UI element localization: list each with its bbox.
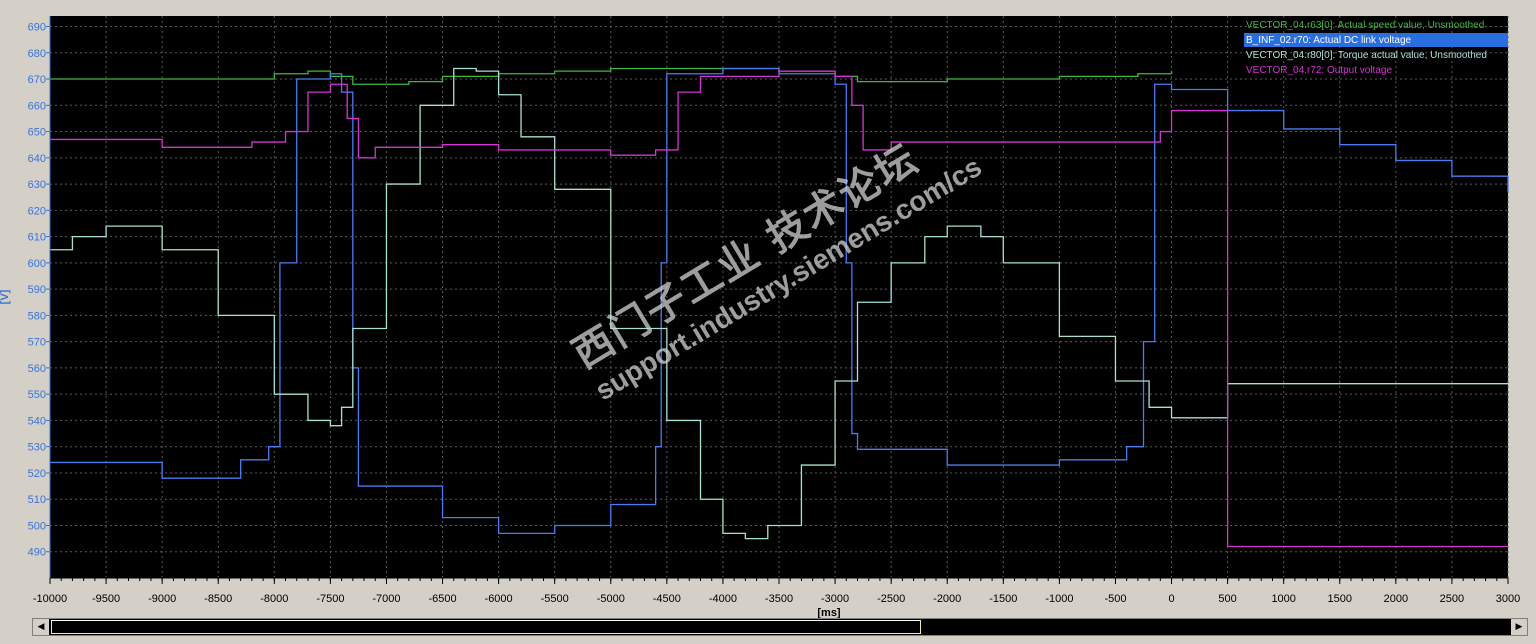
x-tick-label: 2000 (1384, 593, 1408, 605)
y-tick-label: 650 (28, 127, 46, 139)
y-tick-label: 490 (28, 547, 46, 559)
y-tick-label: 690 (28, 22, 46, 34)
x-tick-label: 1000 (1271, 593, 1295, 605)
x-tick-label: -8500 (204, 593, 232, 605)
y-tick-label: 600 (28, 258, 46, 270)
x-tick-label: -7500 (316, 593, 344, 605)
x-tick-label: -5000 (597, 593, 625, 605)
x-tick-label: 0 (1168, 593, 1174, 605)
horizontal-scrollbar[interactable]: ◀ ▶ (32, 618, 1528, 636)
x-tick-label: -2000 (933, 593, 961, 605)
y-tick-label: 560 (28, 363, 46, 375)
y-tick-label: 570 (28, 337, 46, 349)
y-tick-label: 530 (28, 442, 46, 454)
y-tick-label: 500 (28, 520, 46, 532)
y-tick-label: 640 (28, 153, 46, 165)
x-tick-label: -500 (1104, 593, 1126, 605)
x-tick-label: -9000 (148, 593, 176, 605)
x-tick-label: -10000 (33, 593, 67, 605)
x-tick-label: -6000 (485, 593, 513, 605)
x-tick-label: -1500 (989, 593, 1017, 605)
x-tick-label: -3500 (765, 593, 793, 605)
y-tick-label: 670 (28, 74, 46, 86)
legend-entry[interactable]: VECTOR_04.r63[0]: Actual speed value, Un… (1246, 20, 1484, 31)
scroll-right-icon[interactable]: ▶ (1511, 619, 1527, 635)
x-tick-label: -7000 (372, 593, 400, 605)
x-tick-label: 3000 (1496, 593, 1520, 605)
scroll-left-icon[interactable]: ◀ (33, 619, 49, 635)
y-tick-label: 550 (28, 389, 46, 401)
scroll-thumb[interactable] (51, 620, 921, 634)
x-tick-label: 1500 (1328, 593, 1352, 605)
x-tick-label: -8000 (260, 593, 288, 605)
y-tick-label: 540 (28, 415, 46, 427)
x-tick-label: -2500 (877, 593, 905, 605)
y-tick-label: 610 (28, 232, 46, 244)
x-tick-label: 500 (1218, 593, 1236, 605)
legend-entry[interactable]: VECTOR_04.r80[0]: Torque actual value, U… (1246, 50, 1487, 61)
x-tick-label: -1000 (1045, 593, 1073, 605)
y-tick-label: 590 (28, 284, 46, 296)
x-tick-label: -9500 (92, 593, 120, 605)
x-tick-label: -6500 (428, 593, 456, 605)
x-tick-label: -4000 (709, 593, 737, 605)
legend-entry[interactable]: VECTOR_04.r72: Output voltage (1246, 65, 1392, 76)
x-tick-label: -3000 (821, 593, 849, 605)
x-tick-label: -5500 (541, 593, 569, 605)
y-tick-label: 510 (28, 494, 46, 506)
x-tick-label: -4500 (653, 593, 681, 605)
y-tick-label: 580 (28, 310, 46, 322)
y-tick-label: 660 (28, 100, 46, 112)
y-tick-label: 620 (28, 205, 46, 217)
x-tick-label: 2500 (1440, 593, 1464, 605)
y-axis-label: [V] (0, 289, 11, 304)
y-tick-label: 520 (28, 468, 46, 480)
legend-entry[interactable]: B_INF_02.r70: Actual DC link voltage (1246, 35, 1412, 46)
y-tick-label: 680 (28, 48, 46, 60)
y-tick-label: 630 (28, 179, 46, 191)
